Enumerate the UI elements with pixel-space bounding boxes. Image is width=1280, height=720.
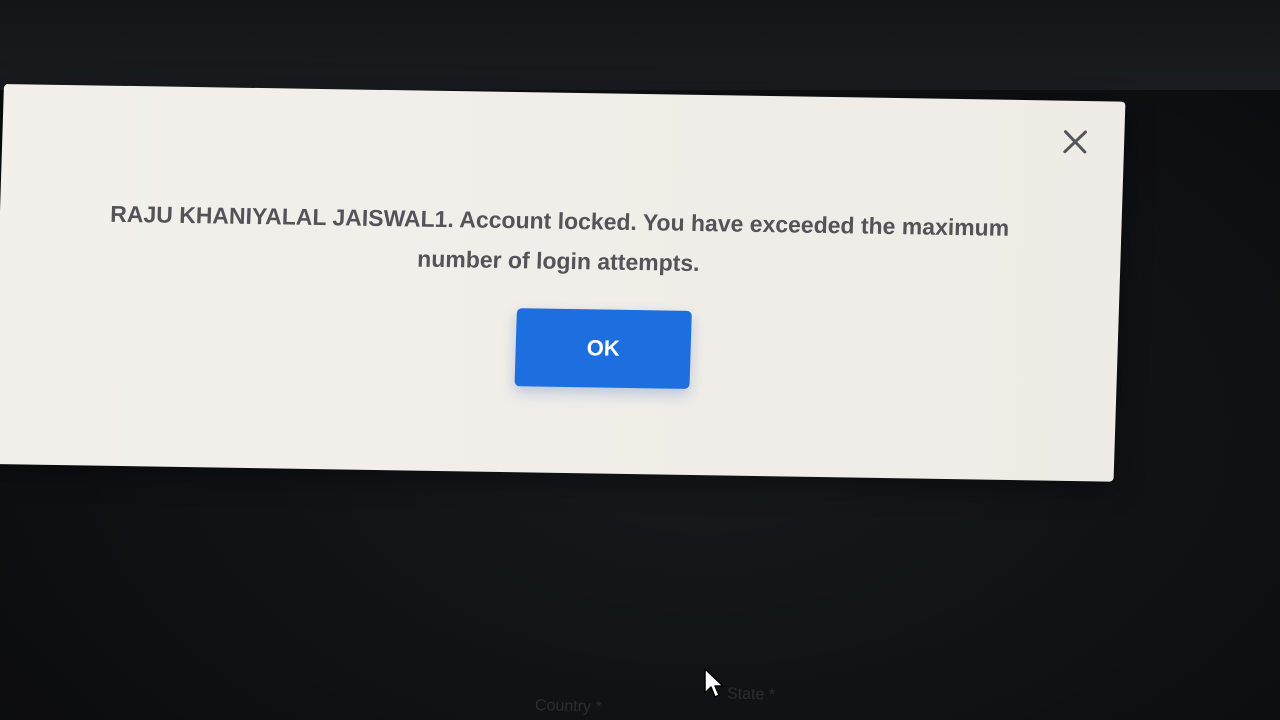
close-button[interactable] [1060,127,1091,157]
account-locked-dialog: RAJU KHANIYALAL JAISWAL1. Account locked… [0,84,1126,482]
ok-button[interactable]: OK [514,308,692,389]
dialog-message: RAJU KHANIYALAL JAISWAL1. Account locked… [109,200,1010,277]
mouse-pointer-icon [703,667,725,699]
close-icon [1063,130,1087,154]
